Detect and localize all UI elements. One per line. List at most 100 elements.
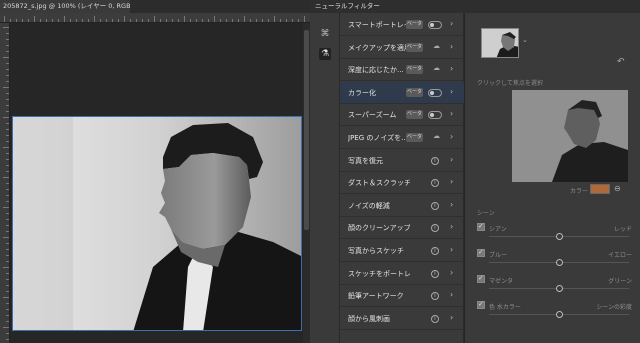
- scrollbar-thumb[interactable]: [304, 30, 309, 230]
- ruler-tick: [3, 27, 9, 28]
- chevron-right-icon[interactable]: ›: [450, 222, 453, 231]
- ruler-tick: [6, 33, 9, 34]
- ruler-tick: [6, 303, 9, 304]
- chevron-right-icon[interactable]: ›: [450, 313, 453, 322]
- ruler-tick: [106, 19, 107, 22]
- info-icon[interactable]: i: [431, 269, 439, 278]
- ruler-tick: [6, 225, 9, 226]
- filter-row[interactable]: 写真を復元 i ›: [340, 150, 464, 172]
- ruler-tick: [136, 19, 137, 22]
- chevron-right-icon[interactable]: ›: [450, 177, 453, 186]
- filter-row[interactable]: スケッチをポートレイトに i ›: [340, 263, 464, 285]
- ruler-tick: [6, 183, 9, 184]
- chevron-right-icon[interactable]: ›: [450, 42, 453, 51]
- slider-right-label: イエロー: [608, 252, 632, 259]
- ruler-tick: [172, 19, 173, 22]
- info-icon[interactable]: i: [431, 292, 439, 301]
- undo-icon[interactable]: ↶: [617, 57, 625, 67]
- slider-right-label: シーンの彩度: [596, 304, 632, 311]
- preview-thumbnail[interactable]: [481, 28, 519, 58]
- ruler-tick: [3, 147, 9, 148]
- filter-toggle[interactable]: [428, 21, 442, 29]
- filter-row[interactable]: 顔から風刺画 i ›: [340, 308, 464, 330]
- ruler-tick: [34, 16, 35, 22]
- chevron-right-icon[interactable]: ›: [450, 87, 453, 96]
- cloud-download-icon[interactable]: ☁: [433, 132, 440, 140]
- photo-canvas[interactable]: [12, 116, 302, 331]
- eyedropper-icon[interactable]: ⊖: [614, 184, 621, 193]
- ruler-tick: [6, 279, 9, 280]
- slider-checkbox[interactable]: [477, 300, 485, 309]
- ruler-tick: [3, 117, 9, 118]
- ruler-tick: [226, 19, 227, 22]
- ruler-tick: [6, 273, 9, 274]
- ruler-tick: [10, 19, 11, 22]
- flask-icon[interactable]: ⚗: [319, 48, 331, 60]
- slider-checkbox[interactable]: [477, 222, 485, 231]
- chevron-right-icon[interactable]: ›: [450, 132, 453, 141]
- beta-badge: ベータ: [406, 20, 423, 29]
- slider-left-label: シアン: [489, 226, 507, 233]
- info-icon[interactable]: i: [431, 179, 439, 188]
- filter-row[interactable]: JPEG のノイズを... ベータ ☁ ›: [340, 127, 464, 149]
- filter-row[interactable]: スマートポートレイトベータ ›: [340, 14, 464, 36]
- slider-knob[interactable]: [556, 311, 563, 318]
- brush-select-icon[interactable]: ⌘: [319, 28, 331, 40]
- slider-checkbox[interactable]: [477, 274, 485, 283]
- color-swatch[interactable]: [590, 184, 610, 194]
- filter-row[interactable]: カラー化 ベータ ›: [340, 81, 464, 104]
- info-icon[interactable]: i: [431, 224, 439, 233]
- cloud-download-icon[interactable]: ☁: [433, 42, 440, 50]
- filter-label: スーパーズーム: [348, 111, 397, 120]
- chevron-down-icon[interactable]: ⌄: [522, 36, 528, 44]
- info-icon[interactable]: i: [431, 156, 439, 165]
- filter-row[interactable]: ダスト＆スクラッチ i ›: [340, 172, 464, 195]
- ruler-tick: [6, 39, 9, 40]
- horizontal-ruler: [0, 13, 310, 23]
- chevron-right-icon[interactable]: ›: [450, 290, 453, 299]
- chevron-right-icon[interactable]: ›: [450, 64, 453, 73]
- ruler-tick: [3, 267, 9, 268]
- chevron-right-icon[interactable]: ›: [450, 155, 453, 164]
- filter-toggle[interactable]: [428, 111, 442, 120]
- ruler-tick: [6, 135, 9, 136]
- ruler-tick: [6, 75, 9, 76]
- slider-left-label: マゼンタ: [489, 278, 514, 285]
- filter-row[interactable]: 鉛筆アートワーク i ›: [340, 285, 464, 308]
- ruler-tick: [6, 321, 9, 322]
- ruler-tick: [202, 19, 203, 22]
- filter-row[interactable]: スーパーズーム ベータ ›: [340, 104, 464, 127]
- chevron-right-icon[interactable]: ›: [450, 268, 453, 277]
- ruler-tick: [196, 19, 197, 22]
- filter-row[interactable]: メイクアップを適用 ベータ ☁ ›: [340, 37, 464, 59]
- ruler-tick: [3, 237, 9, 238]
- chevron-right-icon[interactable]: ›: [450, 200, 453, 209]
- info-icon[interactable]: i: [431, 247, 439, 255]
- ruler-tick: [70, 19, 71, 22]
- slider-knob[interactable]: [556, 285, 563, 292]
- ruler-tick: [3, 297, 9, 298]
- ruler-tick: [6, 123, 9, 124]
- focus-preview-image[interactable]: [512, 90, 628, 182]
- document-tab[interactable]: 205872_s.jpg @ 100% (レイヤー 0, RGB/8#) * ×: [0, 0, 130, 13]
- ruler-tick: [6, 153, 9, 154]
- filter-row[interactable]: ノイズの軽減 i ›: [340, 195, 464, 217]
- filter-toggle[interactable]: [428, 88, 442, 97]
- filter-row[interactable]: 顔のクリーンアップ i ›: [340, 217, 464, 240]
- chevron-right-icon[interactable]: ›: [450, 109, 453, 118]
- ruler-tick: [166, 19, 167, 22]
- slider-checkbox[interactable]: [477, 248, 485, 257]
- ruler-tick: [6, 63, 9, 64]
- vertical-ruler: [0, 23, 10, 343]
- ruler-tick: [6, 261, 9, 262]
- filter-row[interactable]: 深度に応じたか... ベータ ☁ ›: [340, 59, 464, 82]
- filter-row[interactable]: 写真からスケッチ i ›: [340, 240, 464, 262]
- ruler-tick: [112, 19, 113, 22]
- info-icon[interactable]: i: [431, 314, 439, 323]
- slider-knob[interactable]: [556, 259, 563, 266]
- cloud-download-icon[interactable]: ☁: [433, 64, 440, 72]
- info-icon[interactable]: i: [431, 201, 439, 210]
- chevron-right-icon[interactable]: ›: [450, 245, 453, 254]
- slider-knob[interactable]: [556, 233, 563, 240]
- chevron-right-icon[interactable]: ›: [450, 19, 453, 28]
